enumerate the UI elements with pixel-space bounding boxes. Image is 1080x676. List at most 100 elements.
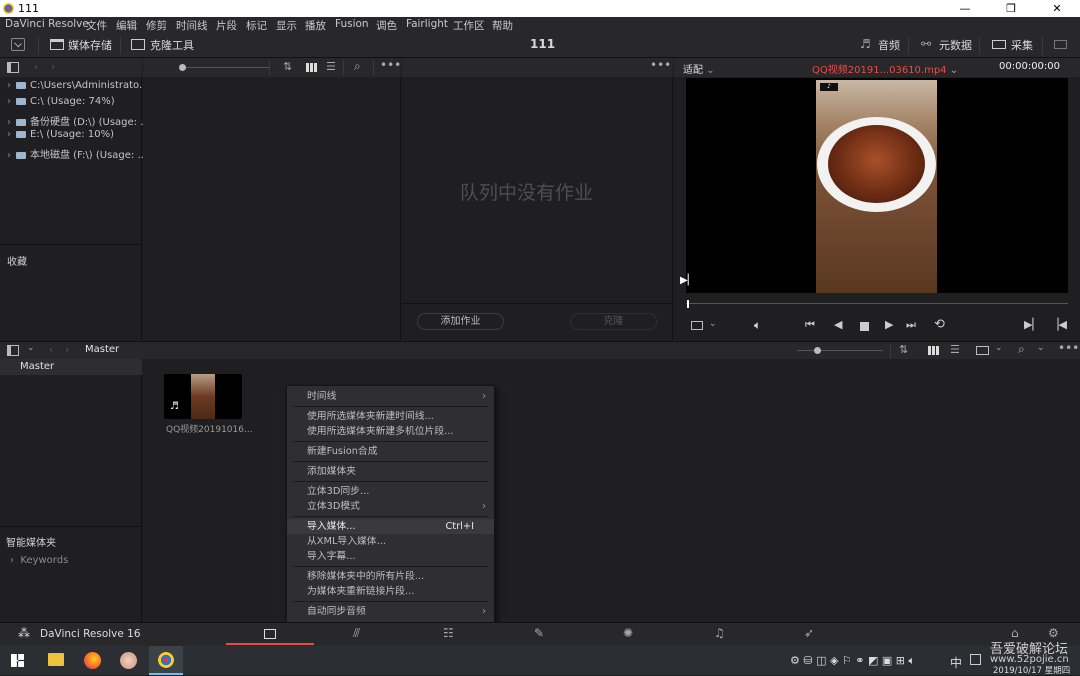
- windows-start-icon[interactable]: [11, 654, 24, 667]
- fit-dropdown[interactable]: 适配 ⌄: [683, 61, 715, 76]
- context-menu-item[interactable]: 自动同步音频 ›: [287, 604, 494, 619]
- context-menu-item[interactable]: 为媒体夹重新链接片段...: [287, 584, 494, 599]
- bin-toggle-chevron-icon[interactable]: ⌄: [27, 343, 35, 353]
- menu-fusion[interactable]: Fusion: [335, 18, 369, 30]
- context-menu-item[interactable]: 导入字幕...: [287, 549, 494, 564]
- clip-thumbnail[interactable]: ♬: [164, 374, 242, 419]
- ime-mode-icon[interactable]: [970, 654, 981, 665]
- file-explorer-icon[interactable]: [48, 653, 64, 666]
- audio-button[interactable]: 音频: [878, 37, 900, 53]
- menu-help[interactable]: 帮助: [492, 18, 513, 33]
- menu-edit[interactable]: 编辑: [116, 18, 137, 33]
- firefox-icon[interactable]: [84, 652, 101, 669]
- restore-button[interactable]: ❐: [988, 0, 1034, 17]
- play-icon[interactable]: ▶: [885, 318, 893, 331]
- context-menu-item[interactable]: 新建Fusion合成: [287, 444, 494, 459]
- user-app-icon[interactable]: [120, 652, 137, 669]
- menu-color[interactable]: 调色: [376, 18, 397, 33]
- menu-view[interactable]: 显示: [276, 18, 297, 33]
- tree-item-c[interactable]: › C:\ (Usage: 74%): [7, 96, 115, 107]
- more-options-icon[interactable]: •••: [380, 58, 401, 72]
- reverse-icon[interactable]: ◀: [834, 318, 842, 331]
- menu-playback[interactable]: 播放: [305, 18, 326, 33]
- page-color-icon[interactable]: ✺: [623, 626, 633, 640]
- clone-tool-button[interactable]: 克隆工具: [150, 37, 194, 53]
- tree-item-users[interactable]: › C:\Users\Administrato...: [7, 80, 149, 91]
- bin-item-master[interactable]: Master: [0, 359, 142, 375]
- add-job-button[interactable]: 添加作业: [417, 313, 504, 330]
- playhead[interactable]: [687, 300, 689, 308]
- page-media[interactable]: [226, 623, 314, 645]
- volume-icon[interactable]: 🔈︎: [754, 318, 761, 333]
- pool-search-icon[interactable]: ⌕: [1018, 342, 1025, 357]
- viewer-mode-icon[interactable]: [691, 321, 703, 330]
- clip-name-dropdown[interactable]: QQ视频20191...03610.mp4 ⌄: [812, 61, 958, 76]
- pool-grid-view-icon[interactable]: [928, 346, 939, 355]
- media-storage-button[interactable]: 媒体存储: [68, 37, 112, 53]
- viewer-mode-chevron-icon[interactable]: ⌄: [709, 319, 717, 329]
- monitor-icon[interactable]: [1054, 40, 1067, 49]
- minimize-button[interactable]: —: [942, 0, 988, 17]
- page-fusion-icon[interactable]: ✎: [534, 626, 544, 640]
- context-menu-item[interactable]: 添加媒体夹: [287, 464, 494, 479]
- clip-area[interactable]: ♬ QQ视频20191016...: [143, 359, 1080, 622]
- grid-view-icon[interactable]: [306, 63, 317, 72]
- pool-forward-icon[interactable]: ›: [65, 343, 69, 356]
- pool-sort-icon[interactable]: ⇅: [899, 343, 908, 356]
- jump-end-icon[interactable]: ⏭︎: [906, 318, 916, 332]
- context-menu-item[interactable]: 使用所选媒体夹新建时间线...: [287, 409, 494, 424]
- menu-clip[interactable]: 片段: [216, 18, 237, 33]
- page-fairlight-icon[interactable]: ♫: [714, 626, 725, 640]
- forward-icon[interactable]: ›: [51, 60, 55, 73]
- bin-list-toggle-icon[interactable]: [7, 345, 19, 356]
- search-icon[interactable]: ⌕: [354, 59, 361, 74]
- pool-more-icon[interactable]: •••: [1058, 341, 1079, 355]
- menu-davinci[interactable]: DaVinci Resolve: [5, 18, 89, 30]
- capture-button[interactable]: 采集: [1011, 37, 1033, 53]
- cinema-mode-icon[interactable]: ▶▏: [680, 275, 695, 286]
- menu-mark[interactable]: 标记: [246, 18, 267, 33]
- pool-metadata-view-icon[interactable]: [976, 346, 989, 355]
- back-icon[interactable]: ‹: [34, 60, 38, 73]
- panel-toggle-icon[interactable]: [11, 38, 25, 51]
- sort-icon[interactable]: ⇅: [283, 60, 292, 73]
- davinci-taskbar-item[interactable]: [149, 646, 183, 675]
- page-deliver-icon[interactable]: ➶: [804, 626, 814, 640]
- clone-button[interactable]: 克隆: [570, 313, 657, 330]
- menu-timeline[interactable]: 时间线: [176, 18, 208, 33]
- pool-zoom-handle[interactable]: [814, 347, 821, 354]
- menu-workspace[interactable]: 工作区: [453, 18, 485, 33]
- close-button[interactable]: ✕: [1034, 0, 1080, 17]
- context-menu-item[interactable]: 导入媒体... Ctrl+I: [287, 519, 494, 534]
- tree-item-f[interactable]: › 本地磁盘 (F:\) (Usage: ...: [7, 146, 147, 161]
- context-menu-item[interactable]: 移除媒体夹中的所有片段...: [287, 569, 494, 584]
- jump-start-icon[interactable]: ⏮︎: [805, 318, 815, 332]
- pool-view-chevron-icon[interactable]: ⌄: [995, 343, 1003, 353]
- pool-list-view-icon[interactable]: ☰: [950, 343, 960, 356]
- context-menu-item[interactable]: 立体3D模式 ›: [287, 499, 494, 514]
- tree-item-e[interactable]: › E:\ (Usage: 10%): [7, 129, 114, 140]
- ime-indicator[interactable]: 中: [950, 654, 962, 671]
- context-menu-item[interactable]: 时间线 ›: [287, 389, 494, 404]
- tree-item-d[interactable]: › 备份硬盘 (D:\) (Usage: ...: [7, 113, 150, 128]
- tray-icons[interactable]: ⚙ ⛁ ◫ ◈ ⚐ ⚭ ◩ ▣ ⊞ 🔈︎: [790, 654, 915, 668]
- stop-icon[interactable]: [860, 322, 869, 331]
- viewer-scrubber[interactable]: [686, 303, 1068, 304]
- metadata-button[interactable]: 元数据: [939, 37, 972, 53]
- page-edit-icon[interactable]: ☷: [443, 626, 454, 640]
- menu-trim[interactable]: 修剪: [146, 18, 167, 33]
- mark-in-icon[interactable]: ▶▏: [1024, 318, 1041, 331]
- menu-fairlight[interactable]: Fairlight: [406, 18, 448, 30]
- loop-icon[interactable]: ⟲: [934, 317, 945, 332]
- list-view-icon[interactable]: ☰: [326, 60, 336, 73]
- context-menu-item[interactable]: 从XML导入媒体...: [287, 534, 494, 549]
- clone-more-icon[interactable]: •••: [650, 58, 671, 72]
- keywords-item[interactable]: › Keywords: [10, 555, 68, 566]
- sidebar-toggle-icon[interactable]: [7, 62, 19, 73]
- zoom-slider-handle[interactable]: [179, 64, 186, 71]
- video-viewer[interactable]: ♪ ▶▏: [680, 78, 1068, 293]
- context-menu-item[interactable]: 立体3D同步...: [287, 484, 494, 499]
- page-cut-icon[interactable]: ⫻: [353, 626, 360, 641]
- context-menu-item[interactable]: 使用所选媒体夹新建多机位片段...: [287, 424, 494, 439]
- mark-out-icon[interactable]: ▕◀: [1050, 318, 1067, 331]
